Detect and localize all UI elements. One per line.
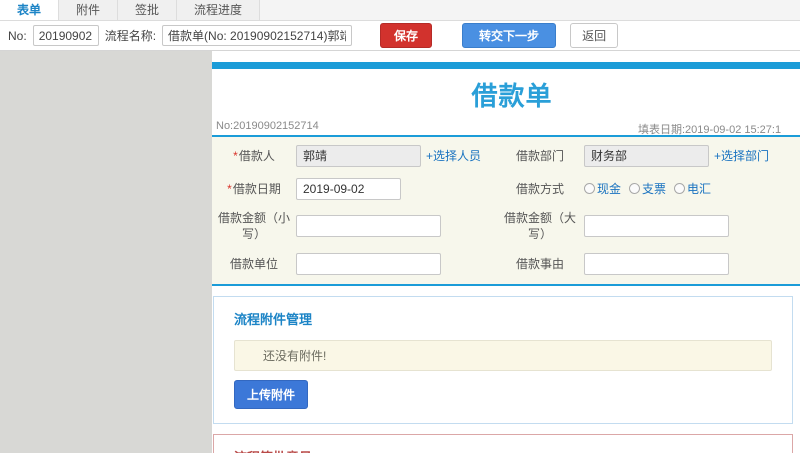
page-title: 借款单 [471,81,553,111]
loan-date-label: *借款日期 [227,181,281,196]
radio-circle-icon [629,183,641,194]
fill-date: 填表日期:2019-09-02 15:27:1 [638,124,782,136]
loan-method-radio-group: 现金 支票 电汇 [584,180,711,197]
select-department-link[interactable]: +选择部门 [714,147,769,164]
no-input[interactable] [32,25,99,46]
tab-bar: 表单 附件 签批 流程进度 [0,0,800,21]
table-row: *借款日期 借款方式 现金 支票 [212,172,800,205]
table-row: *借款人 +选择人员 借款部门 +选择部门 [212,139,800,172]
approval-section: 流程签批意见 B I abc [213,434,793,453]
save-button[interactable]: 保存 [380,23,433,48]
approval-heading: 流程签批意见 [234,447,772,453]
loan-unit-label: 借款单位 [229,256,278,271]
form-toolbar: No: 流程名称: 保存 转交下一步 返回 [0,21,800,51]
amount-big-input[interactable] [584,215,729,237]
loan-form-table: *借款人 +选择人员 借款部门 +选择部门 *借款日期 [212,137,800,286]
process-name-input[interactable] [162,25,353,46]
radio-cheque[interactable]: 支票 [629,180,666,197]
tab-approval[interactable]: 签批 [118,0,178,20]
department-input[interactable] [584,144,709,167]
form-info-row: No:20190902152714 填表日期:2019-09-02 15:27:… [212,116,800,137]
loan-reason-input[interactable] [584,252,729,275]
no-label: No: [8,28,27,43]
amount-small-input[interactable] [296,215,441,237]
borrower-label: *借款人 [233,148,275,163]
required-mark: * [227,181,232,196]
radio-circle-icon [584,183,595,194]
loan-unit-input[interactable] [296,252,441,275]
next-step-button[interactable]: 转交下一步 [462,23,557,48]
loan-reason-label: 借款事由 [515,256,564,271]
upload-attachment-button[interactable]: 上传附件 [234,380,309,409]
main-area: 借款单 No:20190902152714 填表日期:2019-09-02 15… [0,51,800,453]
loan-method-label: 借款方式 [515,181,564,196]
table-row: 借款单位 借款事由 [212,247,800,280]
table-row: 借款金额（小写） 借款金额（大写） [212,205,800,247]
panel-accent-bar [212,62,800,69]
form-number: No:20190902152714 [216,120,319,132]
radio-circle-icon [674,183,686,194]
no-attachments-message: 还没有附件! [234,340,772,371]
loan-date-input[interactable] [296,177,401,200]
process-name-label: 流程名称: [104,29,157,43]
select-person-link[interactable]: +选择人员 [426,147,481,164]
form-panel: 借款单 No:20190902152714 填表日期:2019-09-02 15… [212,51,800,453]
attachments-heading: 流程附件管理 [234,312,313,327]
amount-big-label: 借款金额（大写） [503,211,576,241]
tab-progress[interactable]: 流程进度 [177,0,261,20]
radio-wire[interactable]: 电汇 [674,180,711,197]
tab-form[interactable]: 表单 [0,0,60,20]
back-button[interactable]: 返回 [570,23,619,48]
borrower-input[interactable] [296,144,421,167]
radio-cash[interactable]: 现金 [584,180,621,197]
amount-small-label: 借款金额（小写） [217,211,290,241]
attachments-section: 流程附件管理 还没有附件! 上传附件 [213,296,793,424]
department-label: 借款部门 [515,148,564,163]
required-mark: * [233,148,238,163]
tab-attachments[interactable]: 附件 [59,0,119,20]
